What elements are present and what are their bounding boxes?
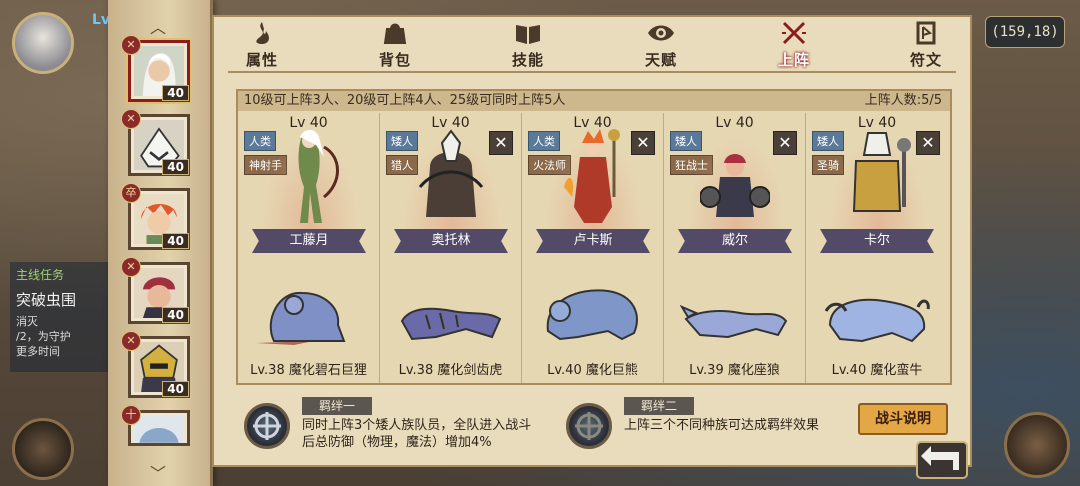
- beast-name: Lv.38 魔化碧石巨狸: [250, 363, 367, 378]
- bond-title: 羁绊一: [302, 397, 372, 415]
- tab-backpack[interactable]: 背包: [355, 21, 435, 69]
- lineup-count: 上阵人数:5/5: [864, 93, 942, 108]
- minimap-button[interactable]: [12, 418, 74, 480]
- tab-divider: [228, 71, 956, 73]
- hero-level: 40: [162, 307, 189, 323]
- coordinates-display: (159,18): [985, 16, 1065, 48]
- bond-description: 上阵三个不同种族可达成羁绊效果: [624, 418, 820, 433]
- hero-face-icon: [134, 416, 184, 443]
- lineup-slot-2[interactable]: Lv 40 矮人 猎人 ✕ 奥托林 Lv.38 魔化剑齿虎: [380, 113, 522, 383]
- hero-name-ribbon: 卢卡斯: [536, 229, 650, 253]
- book-icon: [516, 25, 540, 44]
- lineup-frame: 10级可上阵3人、20级可上阵4人、25级可同时上阵5人 上阵人数:5/5 Lv…: [236, 89, 952, 385]
- beast-figure-icon: [256, 291, 346, 345]
- beast-figure-icon: [824, 298, 930, 343]
- lineup-slot-4[interactable]: Lv 40 矮人 狂战士 ✕ 威尔 Lv.39 魔化座狼: [664, 113, 806, 383]
- crossed-swords-icon: [782, 21, 806, 45]
- hero-level: 40: [162, 85, 189, 101]
- hero-level: 40: [162, 233, 189, 249]
- beast-name: Lv.38 魔化剑齿虎: [398, 363, 503, 378]
- town-button[interactable]: [1004, 412, 1070, 478]
- lineup-slot-3[interactable]: Lv 40 人类 火法师 ✕ 卢卡斯 Lv.40 魔化巨熊: [522, 113, 664, 383]
- hero-figure-icon: [700, 154, 770, 217]
- quest-line-3: 更多时间: [16, 345, 60, 358]
- hero-level: 40: [162, 381, 189, 397]
- quest-line-2: /2，为守护: [16, 330, 71, 343]
- hero-portrait-6[interactable]: 十: [121, 405, 190, 446]
- tab-label: 天赋: [644, 51, 677, 69]
- eye-icon: [648, 25, 674, 41]
- tab-lineup[interactable]: 上阵: [754, 21, 834, 69]
- tab-label: 上阵: [777, 51, 810, 69]
- hero-class-badge: ✕: [121, 109, 141, 129]
- hero-figure-icon: [418, 129, 484, 217]
- beast-name: Lv.39 魔化座狼: [689, 363, 780, 378]
- flame-icon: [256, 22, 269, 44]
- bond-description: 同时上阵3个矮人族队员，全队进入战斗 后总防御（物理，魔法）增加4%: [302, 418, 532, 450]
- hero-figure-icon: [852, 132, 911, 212]
- hero-portrait-3[interactable]: 卒 40: [121, 183, 190, 250]
- quest-panel[interactable]: 主线任务 突破虫围 消灭 /2，为守护 更多时间: [10, 262, 110, 372]
- bond-emblem-icon: [244, 403, 290, 449]
- bond-1[interactable]: 羁绊一 同时上阵3个矮人族队员，全队进入战斗 后总防御（物理，魔法）增加4%: [244, 397, 564, 457]
- hero-portrait-4[interactable]: ✕ 40: [121, 257, 190, 324]
- tab-runes[interactable]: 符文: [886, 21, 966, 69]
- rune-icon: [916, 21, 936, 45]
- scroll-up-icon[interactable]: ︿: [148, 14, 168, 37]
- quest-line-1: 消灭: [16, 315, 38, 328]
- hero-class-badge: ✕: [121, 35, 141, 55]
- quest-name: 突破虫围: [16, 291, 77, 309]
- beast-name: Lv.40 魔化蛮牛: [831, 363, 923, 378]
- hero-name-ribbon: 威尔: [678, 229, 792, 253]
- quest-title: 主线任务: [16, 268, 65, 282]
- hero-figure-icon: [298, 129, 339, 223]
- tab-label: 属性: [245, 51, 278, 69]
- tab-bar: 属性 背包 技能 天赋 上阵 符文: [214, 17, 970, 73]
- bond-2[interactable]: 羁绊二 上阵三个不同种族可达成羁绊效果: [566, 397, 846, 457]
- hero-name-ribbon: 卡尔: [820, 229, 934, 253]
- bond-emblem-icon: [566, 403, 612, 449]
- hero-portrait-5[interactable]: ✕ 40: [121, 331, 190, 398]
- tab-skills[interactable]: 技能: [488, 21, 568, 69]
- hero-name-ribbon: 奥托林: [394, 229, 508, 253]
- scroll-down-icon[interactable]: ﹀: [148, 460, 168, 483]
- lineup-slot-5[interactable]: Lv 40 矮人 圣骑 ✕ 卡尔 Lv.40 魔化蛮牛: [806, 113, 948, 383]
- hero-figure-icon: [564, 129, 620, 223]
- hero-portrait-2[interactable]: ✕ 40: [121, 109, 190, 176]
- lineup-slot-1[interactable]: Lv 40 人类 神射手 工藤月 Lv.38 魔化碧石巨狸: [238, 113, 380, 383]
- battle-info-button[interactable]: 战斗说明: [858, 403, 948, 435]
- beast-figure-icon: [400, 307, 502, 341]
- hero-portrait-1[interactable]: ✕ 40: [121, 35, 190, 102]
- hero-level: 40: [162, 159, 189, 175]
- tab-attributes[interactable]: 属性: [222, 21, 302, 69]
- lineup-header: 10级可上阵3人、20级可上阵4人、25级可同时上阵5人 上阵人数:5/5: [238, 91, 950, 111]
- beast-figure-icon: [546, 289, 638, 341]
- return-arrow-icon[interactable]: [915, 440, 969, 480]
- tab-talents[interactable]: 天赋: [621, 21, 701, 69]
- hero-class-badge: 十: [121, 405, 141, 425]
- hero-class-badge: ✕: [121, 257, 141, 277]
- tab-label: 技能: [511, 51, 544, 69]
- lineup-panel: 属性 背包 技能 天赋 上阵 符文 10级可上阵3人、20级可上阵4人、25级可…: [212, 15, 972, 467]
- tab-label: 背包: [378, 51, 411, 69]
- player-avatar[interactable]: [12, 12, 74, 74]
- hero-class-badge: 卒: [121, 183, 141, 203]
- bond-title: 羁绊二: [624, 397, 694, 415]
- beast-name: Lv.40 魔化巨熊: [547, 363, 638, 378]
- hero-class-badge: ✕: [121, 331, 141, 351]
- beast-figure-icon: [680, 305, 788, 339]
- tab-label: 符文: [909, 51, 942, 69]
- hero-name-ribbon: 工藤月: [252, 229, 366, 253]
- hero-list[interactable]: ︿ ✕ 40 ✕ 40 卒 40 ✕ 40 ✕ 40 十 ﹀: [108, 0, 213, 486]
- bag-icon: [383, 23, 407, 44]
- lineup-rule-text: 10级可上阵3人、20级可上阵4人、25级可同时上阵5人: [244, 93, 566, 108]
